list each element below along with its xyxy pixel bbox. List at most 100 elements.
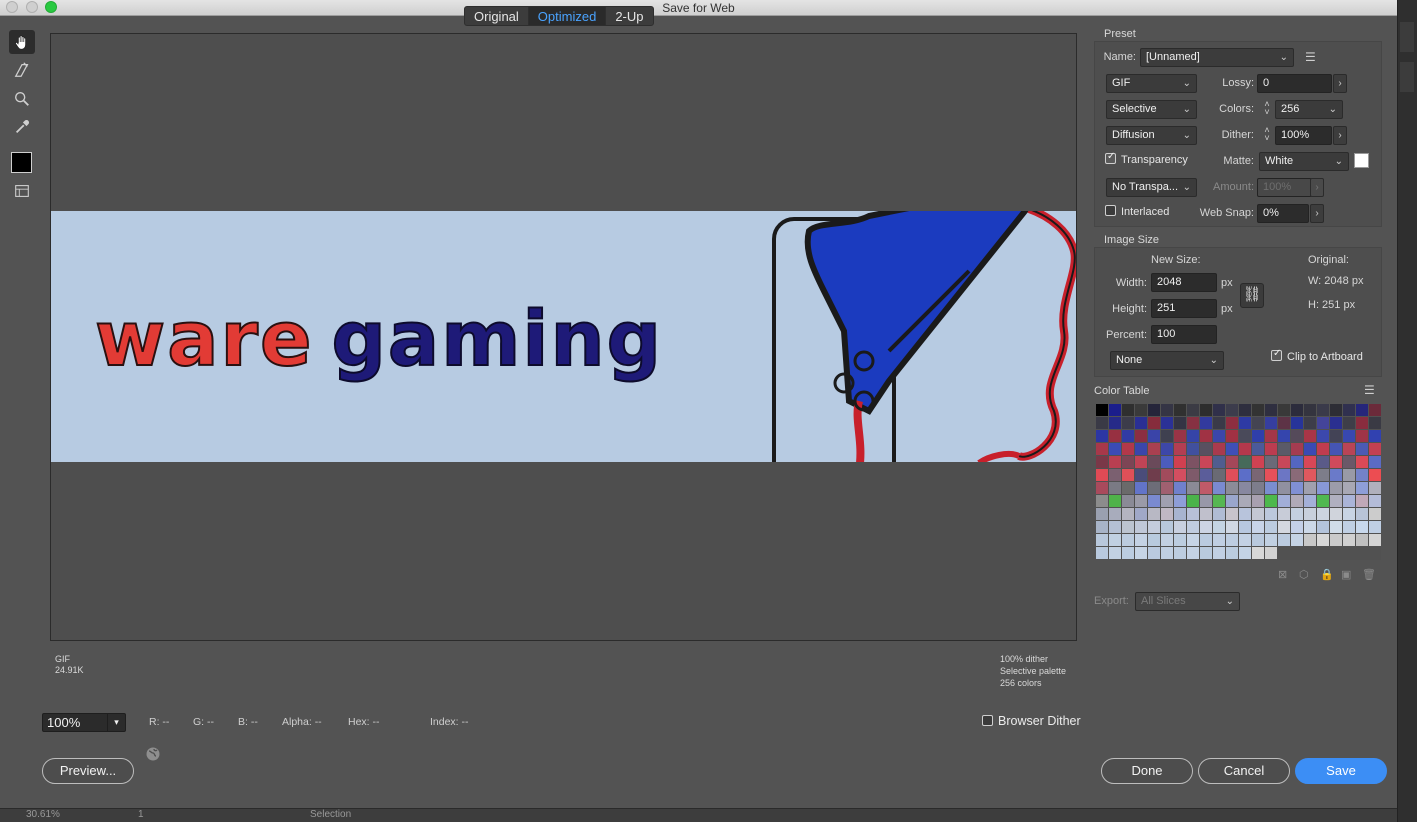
color-table-swatch[interactable] [1317,482,1329,494]
color-table-swatch[interactable] [1252,430,1264,442]
color-table-swatch[interactable] [1096,417,1108,429]
color-table-swatch[interactable] [1265,482,1277,494]
matte-select[interactable]: White ⌄ [1259,152,1349,171]
color-table-swatch[interactable] [1161,547,1173,559]
resample-quality-select[interactable]: None ⌄ [1110,351,1224,370]
color-table-swatch[interactable] [1356,521,1368,533]
color-table-swatch[interactable] [1187,469,1199,481]
color-table-swatch[interactable] [1278,534,1290,546]
color-table-swatch[interactable] [1174,417,1186,429]
color-table-swatch[interactable] [1343,456,1355,468]
color-table-swatch[interactable] [1239,469,1251,481]
color-table-swatch[interactable] [1096,404,1108,416]
color-table-swatch[interactable] [1239,456,1251,468]
color-table-swatch[interactable] [1252,521,1264,533]
color-table-swatch[interactable] [1278,404,1290,416]
color-table-swatch[interactable] [1278,417,1290,429]
new-color-icon[interactable]: ▣ [1341,568,1351,581]
color-table-swatch[interactable] [1148,534,1160,546]
color-table-swatch[interactable] [1096,534,1108,546]
color-table-swatch[interactable] [1122,482,1134,494]
color-table-swatch[interactable] [1291,456,1303,468]
hand-tool[interactable] [9,30,35,54]
constrain-proportions-link-icon[interactable]: ⛓ [1240,283,1264,308]
color-table-swatch[interactable] [1304,508,1316,520]
color-table-swatch[interactable] [1330,456,1342,468]
color-table-swatch[interactable] [1122,469,1134,481]
color-table-swatch[interactable] [1356,482,1368,494]
color-table-swatch[interactable] [1226,443,1238,455]
color-table-swatch[interactable] [1278,456,1290,468]
color-table-swatch[interactable] [1213,430,1225,442]
web-snap-slider-button[interactable]: › [1310,204,1324,223]
color-table-swatch[interactable] [1187,495,1199,507]
color-table-swatch[interactable] [1317,508,1329,520]
color-table-swatch[interactable] [1213,482,1225,494]
color-table-swatch[interactable] [1135,456,1147,468]
color-table-swatch[interactable] [1148,508,1160,520]
color-table-swatch[interactable] [1096,482,1108,494]
color-table-swatch[interactable] [1278,469,1290,481]
color-table-swatch[interactable] [1213,534,1225,546]
color-table-swatch[interactable] [1122,534,1134,546]
color-table-swatch[interactable] [1265,495,1277,507]
color-table-swatch[interactable] [1356,404,1368,416]
color-table-swatch[interactable] [1174,521,1186,533]
color-table-swatch[interactable] [1213,417,1225,429]
color-table-swatch[interactable] [1317,469,1329,481]
color-table-swatch[interactable] [1096,495,1108,507]
color-table-swatch[interactable] [1187,430,1199,442]
color-table-swatch[interactable] [1369,534,1381,546]
color-table-swatch[interactable] [1213,469,1225,481]
color-table-swatch[interactable] [1161,534,1173,546]
color-table-swatch[interactable] [1200,521,1212,533]
color-table-swatch[interactable] [1200,469,1212,481]
color-table-swatch[interactable] [1148,469,1160,481]
delete-color-icon[interactable]: 🗑 [1362,568,1376,581]
color-table-swatch[interactable] [1161,456,1173,468]
color-table-swatch[interactable] [1109,430,1121,442]
color-table-swatch[interactable] [1304,521,1316,533]
color-table-swatch[interactable] [1291,417,1303,429]
color-table-swatch[interactable] [1148,417,1160,429]
color-table-swatch[interactable] [1200,547,1212,559]
color-table-swatch[interactable] [1239,417,1251,429]
color-table-swatch[interactable] [1278,508,1290,520]
color-table-swatch[interactable] [1187,443,1199,455]
color-table-swatch[interactable] [1304,482,1316,494]
transparency-checkbox[interactable]: Transparency [1105,151,1188,166]
eyedropper-color-swatch[interactable] [11,152,32,173]
color-reduction-select[interactable]: Selective ⌄ [1106,100,1197,119]
color-table-swatch[interactable] [1161,443,1173,455]
color-table-swatch[interactable] [1213,547,1225,559]
color-table-swatch[interactable] [1109,521,1121,533]
color-table-swatch[interactable] [1161,521,1173,533]
color-table-swatch[interactable] [1213,456,1225,468]
color-table-swatch[interactable] [1148,521,1160,533]
color-table-swatch[interactable] [1317,443,1329,455]
color-table-swatch[interactable] [1213,521,1225,533]
color-table-swatch[interactable] [1096,430,1108,442]
color-table-swatch[interactable] [1096,443,1108,455]
color-table-swatch[interactable] [1109,508,1121,520]
color-table-swatch[interactable] [1356,430,1368,442]
color-table-swatch[interactable] [1291,430,1303,442]
color-table-swatch[interactable] [1252,508,1264,520]
slice-select-tool[interactable] [9,58,35,82]
browser-dither-checkbox[interactable]: Browser Dither [982,714,1081,728]
tab-optimized[interactable]: Optimized [528,7,607,25]
lossy-slider-button[interactable]: › [1333,74,1347,93]
save-button[interactable]: Save [1295,758,1387,784]
color-table-swatch[interactable] [1252,404,1264,416]
color-table-swatch[interactable] [1200,417,1212,429]
color-table-swatch[interactable] [1356,469,1368,481]
color-table-swatch[interactable] [1213,508,1225,520]
color-table-swatch[interactable] [1369,430,1381,442]
web-shift-icon[interactable]: ⬡ [1299,568,1309,581]
color-table-swatch[interactable] [1330,404,1342,416]
color-table-swatch[interactable] [1122,456,1134,468]
color-table-swatch[interactable] [1109,495,1121,507]
color-table-swatch[interactable] [1226,547,1238,559]
color-table-swatch[interactable] [1369,469,1381,481]
color-table-swatch[interactable] [1174,443,1186,455]
